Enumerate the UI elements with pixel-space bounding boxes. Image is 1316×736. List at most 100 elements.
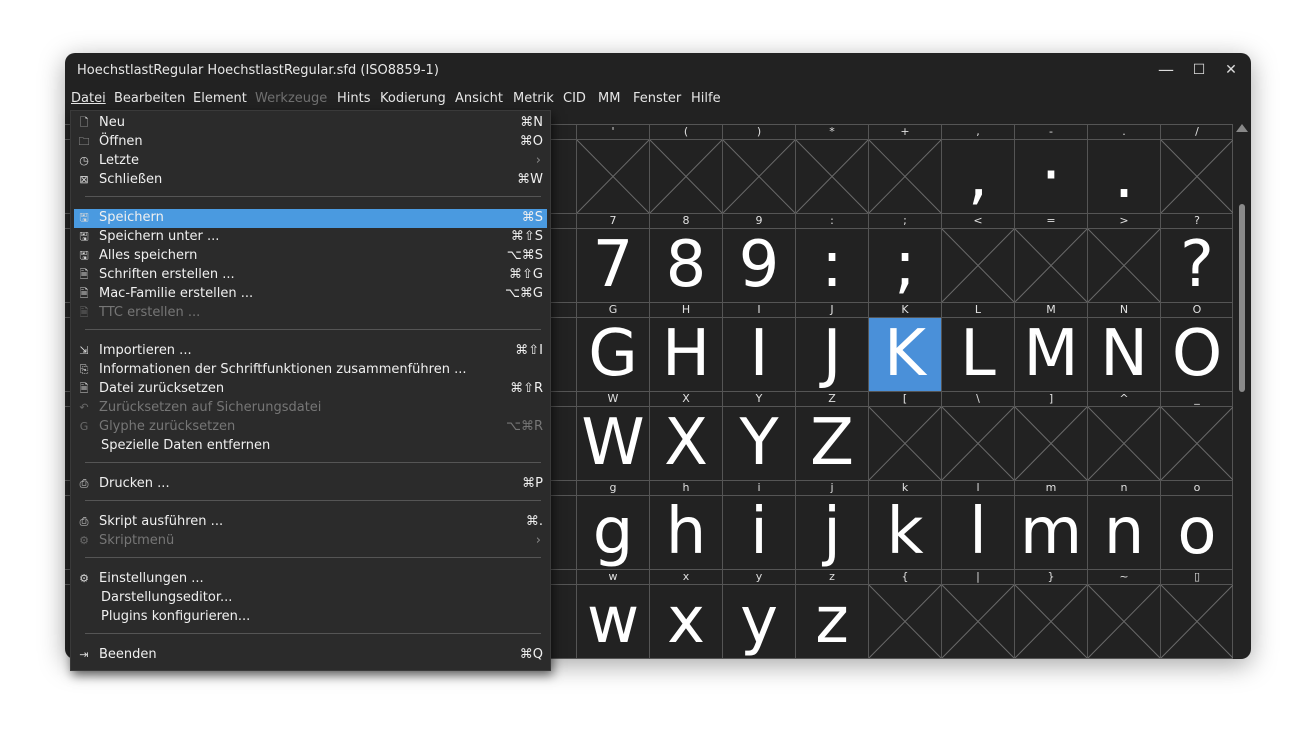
empty-glyph-cell[interactable]: [1015, 407, 1087, 480]
glyph-cell[interactable]: ?: [1161, 229, 1233, 302]
glyph-cell[interactable]: m: [1015, 496, 1087, 569]
menu-item-alles-speichern[interactable]: 🖫 Alles speichern ⌥⌘S: [74, 247, 547, 266]
empty-glyph-cell[interactable]: [577, 140, 649, 213]
menu-item-spezielle-daten-entfernen[interactable]: Spezielle Daten entfernen: [74, 437, 547, 456]
menu-item-skript-ausführen[interactable]: ⎙ Skript ausführen ... ⌘.: [74, 513, 547, 532]
empty-glyph-cell[interactable]: [1088, 229, 1160, 302]
menu-item-speichern-unter[interactable]: 🖫 Speichern unter ... ⌘⇧S: [74, 228, 547, 247]
scrollbar-thumb[interactable]: [1239, 204, 1245, 392]
glyph-header-label: y: [755, 570, 763, 583]
glyph-cell[interactable]: g: [577, 496, 649, 569]
glyph-cell[interactable]: 7: [577, 229, 649, 302]
glyph-cell[interactable]: x: [650, 585, 722, 658]
glyph-cell[interactable]: ;: [869, 229, 941, 302]
glyph-cell[interactable]: X: [650, 407, 722, 480]
glyph-cell[interactable]: Z: [796, 407, 868, 480]
menu-item-datei-zurücksetzen[interactable]: 🗎 Datei zurücksetzen ⌘⇧R: [74, 380, 547, 399]
menu-item-plugins-konfigurieren[interactable]: Plugins konfigurieren...: [74, 608, 547, 627]
empty-glyph-cell[interactable]: [1161, 140, 1233, 213]
menu-item-informationen-der-schriftfunktionen-zusammenführen[interactable]: ⎘ Informationen der Schriftfunktionen zus…: [74, 361, 547, 380]
menu-item-drucken[interactable]: ⎙ Drucken ... ⌘P: [74, 475, 547, 494]
minimize-button[interactable]: —: [1156, 61, 1176, 79]
menu-item-schließen[interactable]: ⊠ Schließen ⌘W: [74, 171, 547, 190]
glyph-cell[interactable]: W: [577, 407, 649, 480]
empty-glyph-cell[interactable]: [1015, 585, 1087, 658]
vertical-scrollbar[interactable]: [1235, 124, 1249, 659]
glyph-cell[interactable]: N: [1088, 318, 1160, 391]
menu-bearbeiten[interactable]: Bearbeiten: [114, 91, 185, 106]
glyph-header-label: z: [829, 570, 835, 583]
menu-item-einstellungen[interactable]: ⚙ Einstellungen ...: [74, 570, 547, 589]
menu-datei[interactable]: Datei: [71, 91, 106, 106]
glyph-cell[interactable]: L: [942, 318, 1014, 391]
empty-glyph-cell[interactable]: [869, 407, 941, 480]
menu-fenster[interactable]: Fenster: [633, 91, 681, 106]
menu-item-neu[interactable]: 🗋 Neu ⌘N: [74, 114, 547, 133]
empty-glyph-cell[interactable]: [1015, 229, 1087, 302]
glyph-cell[interactable]: i: [723, 496, 795, 569]
menu-hilfe[interactable]: Hilfe: [691, 91, 721, 106]
empty-glyph-cell[interactable]: [723, 140, 795, 213]
glyph-cell[interactable]: 8: [650, 229, 722, 302]
glyph-cell[interactable]: 9: [723, 229, 795, 302]
glyph-cell[interactable]: I: [723, 318, 795, 391]
glyph-cell[interactable]: :: [796, 229, 868, 302]
glyph-cell[interactable]: O: [1161, 318, 1233, 391]
menu-element[interactable]: Element: [193, 91, 247, 106]
menu-hints[interactable]: Hints: [337, 91, 371, 106]
glyph-cell[interactable]: J: [796, 318, 868, 391]
submenu-arrow-icon: ›: [535, 153, 541, 168]
empty-glyph-cell[interactable]: [1161, 407, 1233, 480]
menu-item-speichern[interactable]: 🖫 Speichern ⌘S: [74, 209, 547, 228]
menu-metrik[interactable]: Metrik: [513, 91, 554, 106]
glyph-cell[interactable]: z: [796, 585, 868, 658]
glyph-cell-selected[interactable]: K: [869, 318, 941, 391]
glyph-header-label: n: [1120, 481, 1128, 494]
empty-glyph-cell[interactable]: [1088, 407, 1160, 480]
menu-item-darstellungseditor[interactable]: Darstellungseditor...: [74, 589, 547, 608]
empty-glyph-cell[interactable]: [942, 229, 1014, 302]
menu-kodierung[interactable]: Kodierung: [380, 91, 446, 106]
glyph-cell[interactable]: o: [1161, 496, 1233, 569]
empty-glyph-cell[interactable]: [650, 140, 722, 213]
glyph-cell[interactable]: G: [577, 318, 649, 391]
empty-glyph-cell[interactable]: [869, 140, 941, 213]
empty-glyph-cell[interactable]: [796, 140, 868, 213]
glyph-cell[interactable]: ·: [1015, 140, 1087, 213]
glyph-cell[interactable]: h: [650, 496, 722, 569]
menu-cid[interactable]: CID: [563, 91, 586, 106]
close-button[interactable]: ✕: [1221, 61, 1241, 79]
menu-item-beenden[interactable]: ⇥ Beenden ⌘Q: [74, 646, 547, 665]
menu-item-letzte[interactable]: ◷ Letzte ›: [74, 152, 547, 171]
empty-glyph-cell[interactable]: [942, 585, 1014, 658]
menu-item-schriften-erstellen[interactable]: 🗎 Schriften erstellen ... ⌘⇧G: [74, 266, 547, 285]
glyph-header-label: ': [611, 125, 615, 138]
glyph-header-label: h: [682, 481, 690, 494]
menu-item-öffnen[interactable]: 🗀 Öffnen ⌘O: [74, 133, 547, 152]
glyph-cell[interactable]: n: [1088, 496, 1160, 569]
glyph-cell[interactable]: M: [1015, 318, 1087, 391]
menu-item-mac-familie-erstellen[interactable]: 🗎 Mac-Familie erstellen ... ⌥⌘G: [74, 285, 547, 304]
maximize-button[interactable]: ☐: [1189, 61, 1209, 79]
generate-fonts-icon: 🗎: [79, 268, 89, 281]
empty-glyph-cell[interactable]: [1088, 585, 1160, 658]
glyph-cell[interactable]: l: [942, 496, 1014, 569]
empty-glyph-cell[interactable]: [869, 585, 941, 658]
glyph-cell[interactable]: .: [1088, 140, 1160, 213]
menu-ansicht[interactable]: Ansicht: [455, 91, 503, 106]
glyph-cell[interactable]: ,: [942, 140, 1014, 213]
menu-item-importieren[interactable]: ⇲ Importieren ... ⌘⇧I: [74, 342, 547, 361]
glyph-cell[interactable]: H: [650, 318, 722, 391]
glyph-cell[interactable]: Y: [723, 407, 795, 480]
glyph-header-label: K: [901, 303, 909, 316]
glyph-cell[interactable]: k: [869, 496, 941, 569]
glyph-cell[interactable]: j: [796, 496, 868, 569]
clock-icon: ◷: [79, 154, 89, 167]
empty-glyph-cell[interactable]: [942, 407, 1014, 480]
scroll-up-icon[interactable]: [1236, 124, 1248, 132]
menu-item-label: Speichern: [99, 210, 164, 225]
glyph-cell[interactable]: w: [577, 585, 649, 658]
glyph-cell[interactable]: y: [723, 585, 795, 658]
empty-glyph-cell[interactable]: [1161, 585, 1233, 658]
menu-mm[interactable]: MM: [598, 91, 620, 106]
